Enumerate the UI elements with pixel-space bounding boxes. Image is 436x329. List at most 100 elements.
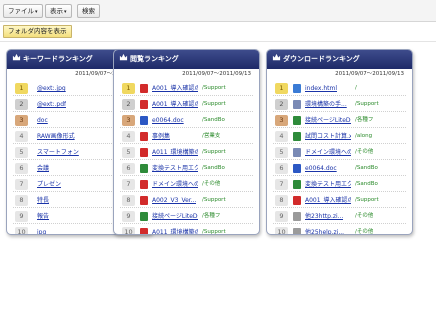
ranking-link[interactable]: 他25help.zi... bbox=[305, 228, 344, 234]
ranking-link[interactable]: A001_導入確認の手... bbox=[305, 196, 351, 205]
date-range: 2011/09/07〜2011/09/13 bbox=[335, 71, 404, 77]
pdf-file-icon bbox=[140, 132, 148, 141]
show-folder-contents-button[interactable]: フォルダ内容を表示 bbox=[3, 25, 72, 38]
crown-icon bbox=[119, 51, 128, 61]
chevron-down-icon: ▾ bbox=[35, 9, 38, 15]
rank-badge: 4 bbox=[15, 131, 28, 142]
ranking-link[interactable]: プレゼン bbox=[37, 180, 61, 189]
zip-file-icon bbox=[293, 228, 301, 234]
rank-badge: 1 bbox=[122, 83, 135, 94]
ranking-row: 3 接続ページLiteDO... /各種フ bbox=[273, 112, 406, 128]
rank-badge: 5 bbox=[122, 147, 135, 158]
ranking-link[interactable]: A011_環境構築の手... bbox=[152, 228, 198, 234]
rank-badge: 6 bbox=[15, 163, 28, 174]
ranking-row: 9 他23http.zi... /その他 bbox=[273, 208, 406, 224]
rank-badge: 5 bbox=[275, 147, 288, 158]
folder-path: /各種フ bbox=[355, 117, 374, 123]
rank-badge: 10 bbox=[15, 227, 28, 234]
rank-badge: 9 bbox=[15, 211, 28, 222]
rank-badge: 2 bbox=[122, 99, 135, 110]
ranking-link[interactable]: 変換テスト用エクセルフ... bbox=[152, 164, 198, 173]
excel-file-icon bbox=[293, 132, 301, 141]
ranking-row: 10 A011_環境構築の手... /Support bbox=[120, 224, 253, 234]
ranking-row: 2 環境構築の手... /Support bbox=[273, 96, 406, 112]
folder-path: /Support bbox=[355, 197, 379, 203]
ranking-link[interactable]: jpg bbox=[37, 228, 46, 234]
date-range: 2011/09/07〜2011/09/13 bbox=[182, 71, 251, 77]
panel-title: キーワードランキング bbox=[23, 55, 93, 63]
folder-path: /SandBo bbox=[202, 117, 225, 123]
ranking-link[interactable]: 環境構築の手... bbox=[305, 100, 347, 109]
ranking-link[interactable]: 会議 bbox=[37, 164, 49, 173]
panel-title: ダウンロードランキング bbox=[283, 55, 360, 63]
generic-file-icon bbox=[293, 148, 301, 157]
ranking-link[interactable]: A002_V3_Ver... bbox=[152, 196, 196, 205]
ranking-link[interactable]: index.html bbox=[305, 84, 337, 93]
ranking-link[interactable]: @ext:.jpg bbox=[37, 84, 66, 93]
rank-badge: 1 bbox=[275, 83, 288, 94]
rank-badge: 3 bbox=[122, 115, 135, 126]
ranking-link[interactable]: A011_環境構築の手... bbox=[152, 148, 198, 157]
file-menu-button[interactable]: ファイル▾ bbox=[3, 4, 43, 18]
search-button-label: 検索 bbox=[82, 7, 95, 15]
folder-path: /Support bbox=[355, 101, 379, 107]
rank-badge: 1 bbox=[15, 83, 28, 94]
ranking-row: 6 e0064.doc/SandBo bbox=[273, 160, 406, 176]
rank-badge: 8 bbox=[15, 195, 28, 206]
panel-header: 閲覧ランキング bbox=[114, 50, 259, 69]
ranking-link[interactable]: 事例集 bbox=[152, 132, 170, 141]
download-ranking-panel: ダウンロードランキング 2011/09/07〜2011/09/13 1 index.h… bbox=[266, 49, 413, 235]
ranking-link[interactable]: 試問コスト計算.xls bbox=[305, 132, 351, 141]
ranking-link[interactable]: ドメイン環境へのイ... bbox=[305, 148, 351, 157]
ranking-row: 1 index.html / bbox=[273, 80, 406, 96]
folder-path: /SandBo bbox=[355, 181, 378, 187]
rank-badge: 10 bbox=[275, 227, 288, 234]
ranking-link[interactable]: A001_導入確認の手... bbox=[152, 100, 198, 109]
folder-path: /SandBo bbox=[355, 165, 378, 171]
ranking-link[interactable]: RAW画像形式 bbox=[37, 132, 75, 141]
ranking-link[interactable]: 特長 bbox=[37, 196, 49, 205]
ranking-link[interactable]: スマートフォン bbox=[37, 148, 79, 157]
rank-badge: 4 bbox=[275, 131, 288, 142]
divider bbox=[0, 41, 436, 42]
ranking-link[interactable]: 接続ページLiteDO... bbox=[152, 212, 198, 221]
ranking-row: 5 A011_環境構築の手... /Support bbox=[120, 144, 253, 160]
ranking-link[interactable]: e0064.doc bbox=[305, 164, 337, 173]
ranking-link[interactable]: ドメイン環境へのインス... bbox=[152, 180, 198, 189]
rank-badge: 2 bbox=[275, 99, 288, 110]
ranking-link[interactable]: 変換テスト用エクセルフ... bbox=[305, 180, 351, 189]
rank-badge: 9 bbox=[275, 211, 288, 222]
folder-path: /along bbox=[355, 133, 373, 139]
ranking-link[interactable]: 接続ページLiteDO... bbox=[305, 116, 351, 125]
search-button[interactable]: 検索 bbox=[77, 4, 100, 18]
zip-file-icon bbox=[293, 212, 301, 221]
ranking-link[interactable]: @ext:.pdf bbox=[37, 100, 66, 109]
folder-path: /その他 bbox=[355, 149, 374, 155]
panel-header: ダウンロードランキング bbox=[267, 50, 412, 69]
pdf-file-icon bbox=[140, 148, 148, 157]
ranking-link[interactable]: A001_導入確認の手... bbox=[152, 84, 198, 93]
rank-badge: 8 bbox=[122, 195, 135, 206]
ranking-row: 7 ドメイン環境へのインス... /その他 bbox=[120, 176, 253, 192]
folder-path: /Support bbox=[202, 197, 226, 203]
ranking-link[interactable]: doc bbox=[37, 116, 48, 125]
pdf-file-icon bbox=[140, 100, 148, 109]
folder-path: /Support bbox=[202, 101, 226, 107]
pdf-file-icon bbox=[140, 84, 148, 93]
chevron-down-icon: ▾ bbox=[64, 9, 67, 15]
view-ranking-panel: 閲覧ランキング 2011/09/07〜2011/09/13 1 A001_導入確認の手… bbox=[113, 49, 260, 235]
ranking-link[interactable]: e0064.doc bbox=[152, 116, 184, 125]
rank-badge: 6 bbox=[275, 163, 288, 174]
word-file-icon bbox=[140, 116, 148, 125]
ranking-link[interactable]: 他23http.zi... bbox=[305, 212, 343, 221]
pdf-file-icon bbox=[293, 196, 301, 205]
ranking-link[interactable]: 報告 bbox=[37, 212, 49, 221]
excel-file-icon bbox=[140, 164, 148, 173]
ranking-row: 3 e0064.doc/SandBo bbox=[120, 112, 253, 128]
folder-path: /Support bbox=[202, 149, 226, 155]
view-menu-button[interactable]: 表示▾ bbox=[45, 4, 72, 18]
ranking-row: 2 A001_導入確認の手... /Support bbox=[120, 96, 253, 112]
pdf-file-icon bbox=[140, 228, 148, 234]
ranking-row: 4 試問コスト計算.xls/along bbox=[273, 128, 406, 144]
crown-icon bbox=[272, 51, 281, 61]
